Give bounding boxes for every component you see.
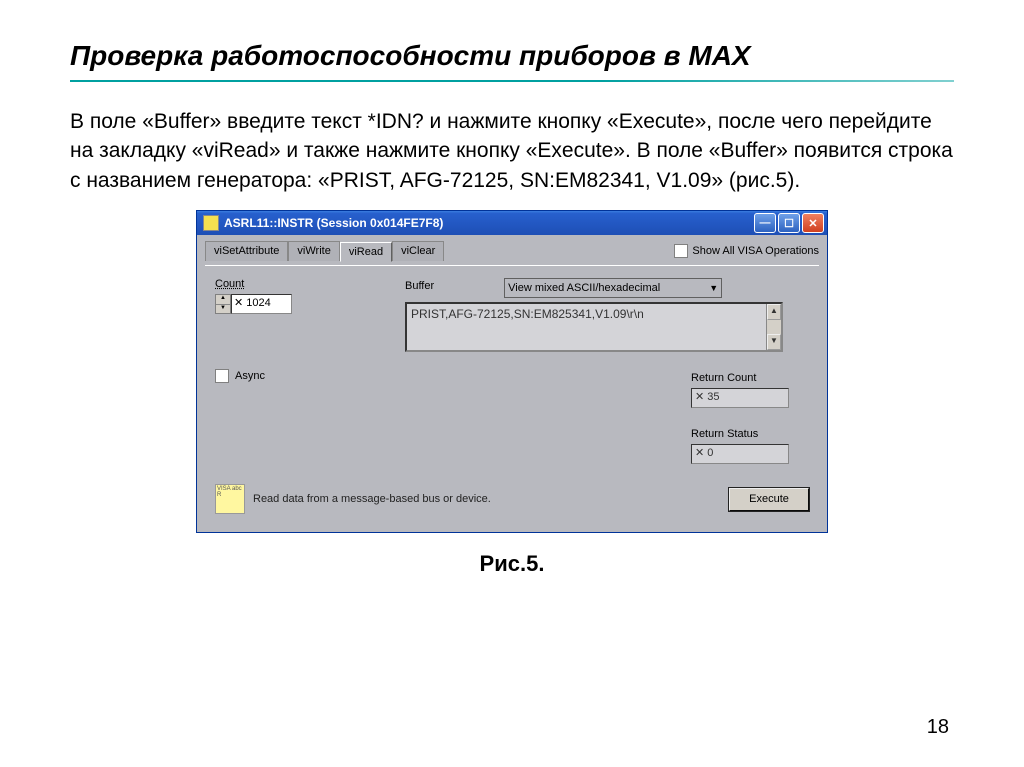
buffer-mode-value: View mixed ASCII/hexadecimal xyxy=(508,282,660,294)
return-count-value: ✕ 35 xyxy=(691,388,789,408)
tab-viwrite[interactable]: viWrite xyxy=(288,241,339,261)
return-status-value: ✕ 0 xyxy=(691,444,789,464)
titlebar[interactable]: ASRL11::INSTR (Session 0x014FE7F8) — ☐ ✕ xyxy=(197,211,827,235)
title-underline xyxy=(70,80,954,82)
show-all-label: Show All VISA Operations xyxy=(692,245,819,257)
tab-viread[interactable]: viRead xyxy=(340,242,392,262)
async-label: Async xyxy=(235,370,265,382)
return-status-label: Return Status xyxy=(691,428,789,440)
buffer-content: PRIST,AFG-72125,SN:EM825341,V1.09\r\n xyxy=(411,307,644,321)
maximize-button[interactable]: ☐ xyxy=(778,213,800,233)
visa-session-window: ASRL11::INSTR (Session 0x014FE7F8) — ☐ ✕… xyxy=(196,210,828,533)
count-label: Count xyxy=(215,278,405,290)
buffer-textarea[interactable]: PRIST,AFG-72125,SN:EM825341,V1.09\r\n ▲ … xyxy=(405,302,783,352)
scroll-down-icon[interactable]: ▼ xyxy=(767,334,781,350)
status-text: Read data from a message-based bus or de… xyxy=(253,493,721,505)
buffer-label: Buffer xyxy=(405,280,434,292)
figure-caption: Рис.5. xyxy=(70,551,954,577)
scroll-up-icon[interactable]: ▲ xyxy=(767,304,781,320)
spinner-down-icon[interactable]: ▼ xyxy=(216,305,230,314)
window-title: ASRL11::INSTR (Session 0x014FE7F8) xyxy=(224,216,754,230)
close-button[interactable]: ✕ xyxy=(802,213,824,233)
visa-icon: VISA abc R xyxy=(215,484,245,514)
count-spinner[interactable]: ▲ ▼ xyxy=(215,294,231,314)
tab-viclear[interactable]: viClear xyxy=(392,241,444,261)
show-all-visa-checkbox[interactable]: Show All VISA Operations xyxy=(674,244,819,258)
return-count-label: Return Count xyxy=(691,372,789,384)
tab-visetattribute[interactable]: viSetAttribute xyxy=(205,241,288,261)
checkbox-icon xyxy=(674,244,688,258)
app-icon xyxy=(203,215,219,231)
tab-strip: viSetAttribute viWrite viRead viClear xyxy=(205,241,444,261)
page-number: 18 xyxy=(927,716,949,739)
slide-title: Проверка работоспособности приборов в МА… xyxy=(70,40,954,72)
count-input[interactable]: ✕ 1024 xyxy=(231,294,292,314)
buffer-mode-select[interactable]: View mixed ASCII/hexadecimal ▼ xyxy=(504,278,722,298)
checkbox-icon xyxy=(215,369,229,383)
async-checkbox[interactable]: Async xyxy=(215,369,405,383)
spinner-up-icon[interactable]: ▲ xyxy=(216,295,230,305)
dropdown-arrow-icon: ▼ xyxy=(709,283,718,293)
scrollbar[interactable]: ▲ ▼ xyxy=(766,304,781,350)
execute-button[interactable]: Execute xyxy=(729,488,809,511)
minimize-button[interactable]: — xyxy=(754,213,776,233)
count-control[interactable]: ▲ ▼ ✕ 1024 xyxy=(215,294,405,314)
body-text: В поле «Buffer» введите текст *IDN? и на… xyxy=(70,107,954,195)
